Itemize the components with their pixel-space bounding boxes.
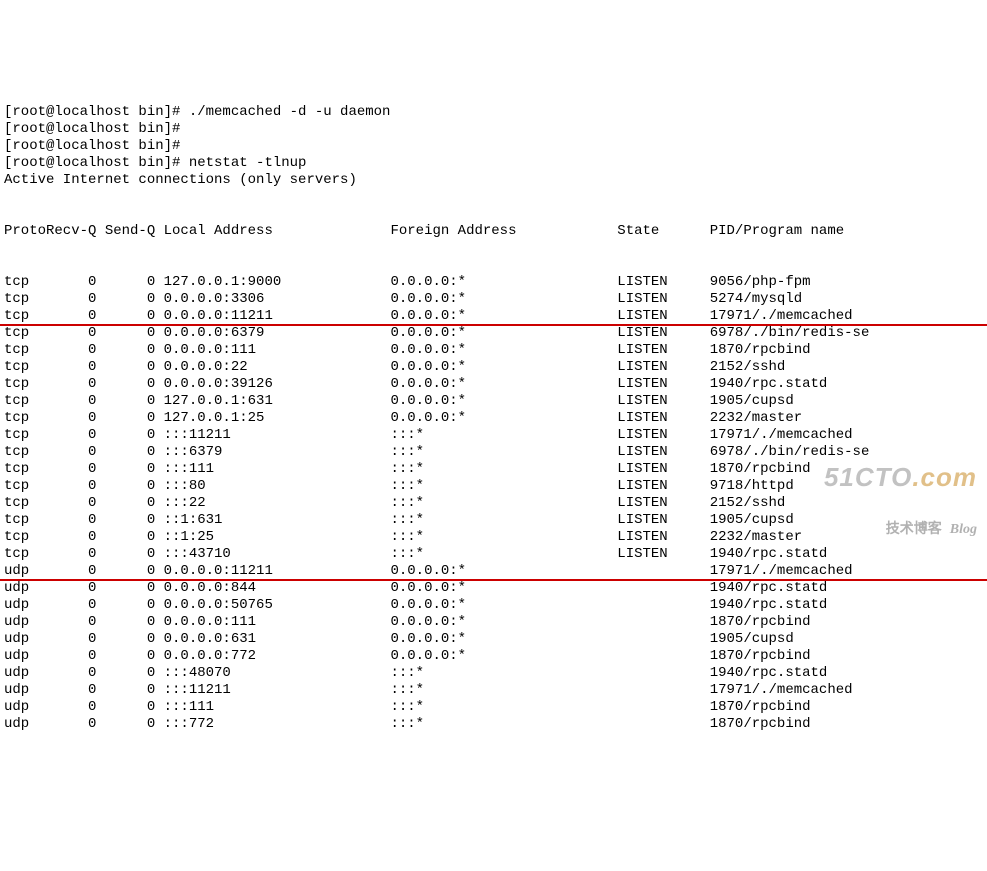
highlight-underline [0, 324, 987, 326]
netstat-row: udp 0 0 0.0.0.0:844 0.0.0.0:* 1940/rpc.s… [4, 580, 983, 597]
netstat-row: tcp 0 0 :::43710 :::* LISTEN 1940/rpc.st… [4, 546, 983, 563]
netstat-row: udp 0 0 0.0.0.0:772 0.0.0.0:* 1870/rpcbi… [4, 648, 983, 665]
netstat-row: tcp 0 0 :::11211 :::* LISTEN 17971/./mem… [4, 427, 983, 444]
netstat-row: tcp 0 0 :::80 :::* LISTEN 9718/httpd [4, 478, 983, 495]
command-block: [root@localhost bin]# ./memcached -d -u … [4, 104, 983, 189]
netstat-row: udp 0 0 :::11211 :::* 17971/./memcached [4, 682, 983, 699]
netstat-row: udp 0 0 0.0.0.0:111 0.0.0.0:* 1870/rpcbi… [4, 614, 983, 631]
netstat-rows: tcp 0 0 127.0.0.1:9000 0.0.0.0:* LISTEN … [4, 274, 983, 733]
netstat-row: tcp 0 0 0.0.0.0:22 0.0.0.0:* LISTEN 2152… [4, 359, 983, 376]
netstat-row: udp 0 0 :::111 :::* 1870/rpcbind [4, 699, 983, 716]
netstat-row: tcp 0 0 127.0.0.1:9000 0.0.0.0:* LISTEN … [4, 274, 983, 291]
terminal-line: [root@localhost bin]# netstat -tlnup [4, 155, 983, 172]
netstat-row: udp 0 0 :::48070 :::* 1940/rpc.statd [4, 665, 983, 682]
netstat-row: udp 0 0 :::772 :::* 1870/rpcbind [4, 716, 983, 733]
netstat-row: udp 0 0 0.0.0.0:11211 0.0.0.0:* 17971/./… [4, 563, 983, 580]
netstat-row: tcp 0 0 ::1:631 :::* LISTEN 1905/cupsd [4, 512, 983, 529]
netstat-row: udp 0 0 0.0.0.0:50765 0.0.0.0:* 1940/rpc… [4, 597, 983, 614]
terminal-line: [root@localhost bin]# [4, 138, 983, 155]
netstat-header: ProtoRecv-Q Send-Q Local Address Foreign… [4, 223, 983, 240]
netstat-row: tcp 0 0 127.0.0.1:631 0.0.0.0:* LISTEN 1… [4, 393, 983, 410]
highlight-underline [0, 579, 987, 581]
netstat-row: tcp 0 0 0.0.0.0:111 0.0.0.0:* LISTEN 187… [4, 342, 983, 359]
terminal-output[interactable]: [root@localhost bin]# ./memcached -d -u … [0, 68, 987, 752]
netstat-row: tcp 0 0 127.0.0.1:25 0.0.0.0:* LISTEN 22… [4, 410, 983, 427]
netstat-row: tcp 0 0 :::22 :::* LISTEN 2152/sshd [4, 495, 983, 512]
netstat-row: tcp 0 0 0.0.0.0:6379 0.0.0.0:* LISTEN 69… [4, 325, 983, 342]
netstat-row: udp 0 0 0.0.0.0:631 0.0.0.0:* 1905/cupsd [4, 631, 983, 648]
netstat-row: tcp 0 0 0.0.0.0:11211 0.0.0.0:* LISTEN 1… [4, 308, 983, 325]
netstat-row: tcp 0 0 :::111 :::* LISTEN 1870/rpcbind [4, 461, 983, 478]
netstat-row: tcp 0 0 :::6379 :::* LISTEN 6978/./bin/r… [4, 444, 983, 461]
terminal-line: [root@localhost bin]# ./memcached -d -u … [4, 104, 983, 121]
netstat-row: tcp 0 0 ::1:25 :::* LISTEN 2232/master [4, 529, 983, 546]
terminal-line: [root@localhost bin]# [4, 121, 983, 138]
netstat-row: tcp 0 0 0.0.0.0:39126 0.0.0.0:* LISTEN 1… [4, 376, 983, 393]
terminal-line: Active Internet connections (only server… [4, 172, 983, 189]
netstat-row: tcp 0 0 0.0.0.0:3306 0.0.0.0:* LISTEN 52… [4, 291, 983, 308]
